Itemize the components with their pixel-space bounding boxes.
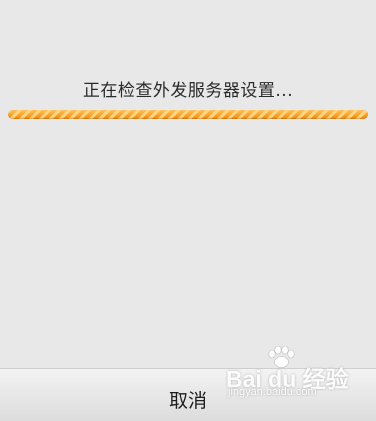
cancel-button[interactable]: 取消 [0, 369, 376, 421]
status-message: 正在检查外发服务器设置... [82, 81, 294, 101]
progress-screen: 正在检查外发服务器设置... 取消 Bai du 经验 jingyan.baid… [0, 0, 376, 421]
progress-bar-fill [8, 110, 368, 119]
bottom-action-bar: 取消 [0, 368, 376, 421]
paw-icon [268, 346, 295, 368]
progress-bar [8, 110, 368, 119]
